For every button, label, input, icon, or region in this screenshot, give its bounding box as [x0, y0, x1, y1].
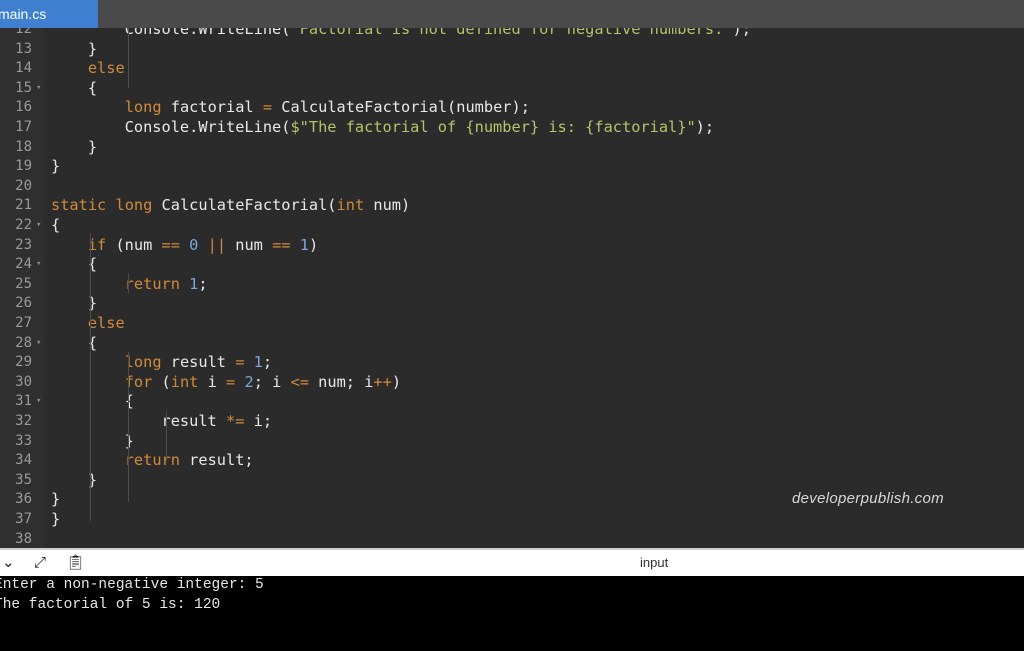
code-line: 18 }: [0, 138, 1024, 158]
line-number: 22: [15, 217, 32, 233]
line-number: 12: [15, 28, 32, 37]
line-number: 29: [15, 354, 32, 371]
line-number: 34: [15, 452, 32, 469]
line-number: 20: [15, 177, 32, 194]
code-line: 26 }: [0, 294, 1024, 314]
code-line: 21 static long CalculateFactorial(int num…: [0, 196, 1024, 216]
line-number: 35: [15, 471, 32, 488]
line-number: 17: [15, 119, 32, 135]
code-text: static long CalculateFactorial(int num): [51, 196, 411, 215]
code-line: 16 long factorial = CalculateFactorial(n…: [0, 98, 1024, 118]
code-text: if (num == 0 || num == 1): [87, 235, 319, 254]
indent-guide: [128, 28, 129, 88]
line-number: 27: [15, 315, 32, 331]
fold-arrow-icon[interactable]: ▾: [36, 396, 41, 406]
code-line: 35 }: [0, 471, 1024, 491]
line-number: 37: [15, 511, 32, 527]
code-text: for (int i = 2; i <= num; i++): [124, 372, 402, 391]
line-number: 30: [15, 373, 32, 390]
console-output[interactable]: Enter a non-negative integer: 5 The fact…: [0, 576, 1024, 651]
code-text: long result = 1;: [124, 353, 273, 372]
line-number: 26: [15, 295, 32, 312]
code-line: 25 return 1;: [0, 275, 1024, 295]
line-number: 23: [15, 236, 32, 253]
line-number: 36: [15, 491, 32, 508]
code-line: 28 ▾ {: [0, 334, 1024, 354]
code-text: }: [51, 510, 61, 528]
code-line: 17 Console.WriteLine($"The factorial of …: [0, 118, 1024, 138]
chevron-down-icon[interactable]: ⌄: [2, 553, 15, 571]
code-line: 38: [0, 530, 1024, 548]
indent-guide: [90, 233, 91, 521]
code-text: Console.WriteLine("Factorial is not defi…: [51, 28, 751, 38]
code-line: 33 }: [0, 432, 1024, 452]
code-text: {: [51, 216, 61, 234]
code-text: return 1;: [124, 274, 208, 293]
output-panel-header: ⌄ ⤢ 📋︎ input: [0, 548, 1024, 576]
code-text: return result;: [124, 451, 254, 470]
tab-main-cs[interactable]: main.cs: [0, 0, 98, 28]
fold-arrow-icon[interactable]: ▾: [36, 259, 41, 269]
line-number: 19: [15, 158, 32, 175]
code-text: else: [87, 314, 125, 332]
code-line: 12 Console.WriteLine("Factorial is not d…: [0, 28, 1024, 40]
code-line: 32 result *= i;: [0, 412, 1024, 432]
code-text: Console.WriteLine($"The factorial of {nu…: [51, 118, 715, 136]
code-text: {: [51, 392, 134, 411]
line-number: 33: [15, 432, 32, 449]
line-number: 18: [15, 138, 32, 155]
code-line: 37}: [0, 510, 1024, 530]
code-text: }: [51, 39, 98, 58]
code-line: 24 ▾ {: [0, 255, 1024, 275]
line-number: 31: [15, 393, 32, 410]
code-text: }: [51, 157, 61, 176]
code-line: 31 ▾ {: [0, 392, 1024, 412]
watermark: developerpublish.com: [792, 490, 944, 507]
line-number: 16: [15, 99, 32, 116]
expand-icon[interactable]: ⤢: [34, 553, 46, 571]
line-number: 25: [15, 275, 32, 292]
console-line: Enter a non-negative integer: 5: [0, 577, 264, 593]
tab-bar: main.cs: [0, 0, 1024, 28]
line-number: 32: [15, 413, 32, 429]
line-number: 24: [15, 256, 32, 273]
code-line: 29 long result = 1;: [0, 353, 1024, 373]
code-line: 23 if (num == 0 || num == 1): [0, 236, 1024, 256]
code-editor[interactable]: 12 Console.WriteLine("Factorial is not d…: [0, 28, 1024, 548]
code-line: 27 else: [0, 314, 1024, 334]
code-line: 15 ▾ {: [0, 79, 1024, 99]
line-number: 38: [15, 530, 32, 547]
indent-guide: [128, 273, 129, 293]
code-line: 20: [0, 177, 1024, 197]
code-text: long factorial = CalculateFactorial(numb…: [124, 98, 530, 117]
code-text: }: [51, 490, 61, 509]
indent-guide: [166, 411, 167, 461]
code-line: 13 }: [0, 40, 1024, 60]
line-number: 14: [15, 60, 32, 77]
code-text: }: [51, 431, 134, 450]
fold-arrow-icon[interactable]: ▾: [36, 338, 41, 348]
code-line: 30 for (int i = 2; i <= num; i++): [0, 373, 1024, 393]
console-line: The factorial of 5 is: 120: [0, 597, 221, 613]
code-text: }: [51, 137, 98, 156]
panel-title: input: [640, 555, 669, 570]
code-line: 19}: [0, 157, 1024, 177]
fold-arrow-icon[interactable]: ▾: [36, 220, 41, 230]
line-number: 13: [15, 40, 32, 57]
indent-guide: [128, 352, 129, 502]
fold-arrow-icon[interactable]: ▾: [36, 83, 41, 93]
code-line: 34 return result;: [0, 451, 1024, 471]
line-number: 28: [15, 334, 32, 351]
line-number: 21: [15, 197, 32, 214]
line-number: 15: [15, 79, 32, 96]
code-line: 22 ▾ {: [0, 216, 1024, 236]
clipboard-icon[interactable]: 📋︎: [66, 553, 85, 571]
code-line: 14 else: [0, 59, 1024, 79]
code-text: else: [87, 59, 125, 78]
code-text: result *= i;: [51, 412, 273, 430]
code-text: {: [51, 78, 98, 97]
